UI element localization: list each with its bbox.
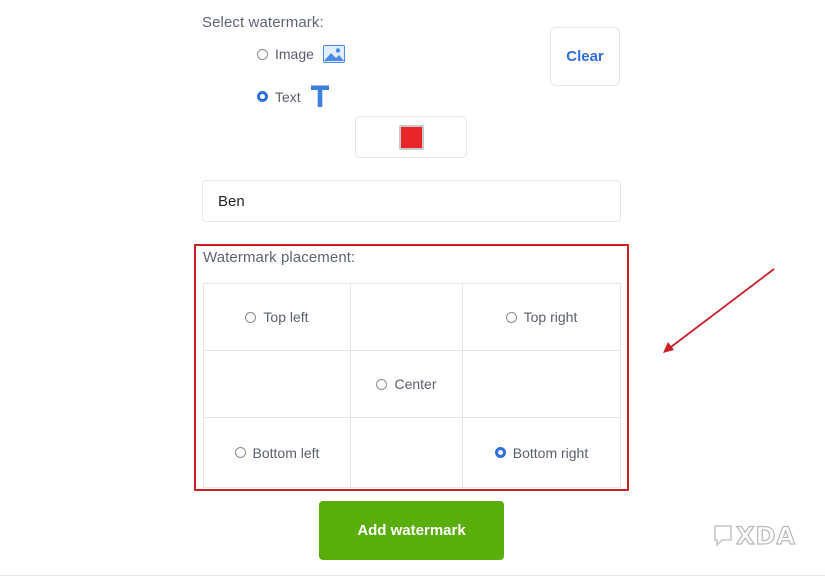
text-radio[interactable]: [257, 90, 268, 102]
watermark-text-value: Ben: [218, 192, 245, 210]
placement-grid: Top left Top right Center Bottom left Bo…: [203, 283, 621, 488]
add-watermark-button[interactable]: Add watermark: [319, 501, 504, 560]
top-left-label: Top left: [263, 309, 309, 325]
bottom-right-radio[interactable]: [494, 447, 506, 458]
image-radio[interactable]: [257, 48, 268, 60]
bottom-left-radio[interactable]: [234, 447, 246, 458]
top-left-radio[interactable]: [245, 311, 257, 323]
color-picker[interactable]: [355, 116, 467, 158]
top-right-label: Top right: [523, 309, 578, 325]
top-right-radio[interactable]: [505, 311, 517, 323]
cell-top-right: Top right: [463, 284, 620, 351]
placement-center[interactable]: Center: [376, 376, 437, 392]
select-watermark-label: Select watermark:: [202, 14, 324, 31]
placement-bottom-right[interactable]: Bottom right: [494, 444, 589, 461]
placement-top-right[interactable]: Top right: [505, 309, 578, 325]
bottom-right-label: Bottom right: [512, 444, 589, 461]
center-radio[interactable]: [376, 378, 388, 390]
image-option[interactable]: Image: [257, 45, 345, 63]
cell-center: Center: [351, 351, 463, 418]
placement-top-left[interactable]: Top left: [245, 309, 309, 325]
cell-top-center: [351, 284, 463, 351]
text-option[interactable]: Text: [257, 84, 330, 108]
text-option-label: Text: [275, 89, 301, 105]
image-icon: [322, 45, 345, 63]
watermark-text-input[interactable]: Ben: [202, 180, 621, 222]
placement-bottom-left[interactable]: Bottom left: [234, 444, 320, 461]
placement-label: Watermark placement:: [203, 249, 356, 266]
xda-logo-mark-icon: [714, 525, 732, 547]
cell-bottom-right: Bottom right: [463, 418, 620, 487]
image-option-label: Image: [275, 46, 314, 62]
center-label: Center: [394, 376, 437, 392]
cell-bottom-left: Bottom left: [204, 418, 351, 487]
cell-middle-right: [463, 351, 620, 418]
xda-logo: XDA: [713, 521, 796, 551]
cell-middle-left: [204, 351, 351, 418]
color-swatch[interactable]: [398, 124, 424, 150]
bottom-left-label: Bottom left: [252, 444, 320, 461]
annotation-arrow-icon: [663, 268, 775, 353]
clear-button[interactable]: Clear: [550, 27, 620, 86]
cell-top-left: Top left: [204, 284, 351, 351]
bottom-divider: [0, 575, 825, 576]
cell-bottom-center: [351, 418, 463, 487]
text-t-icon: [310, 84, 330, 108]
xda-logo-text: XDA: [735, 521, 796, 550]
